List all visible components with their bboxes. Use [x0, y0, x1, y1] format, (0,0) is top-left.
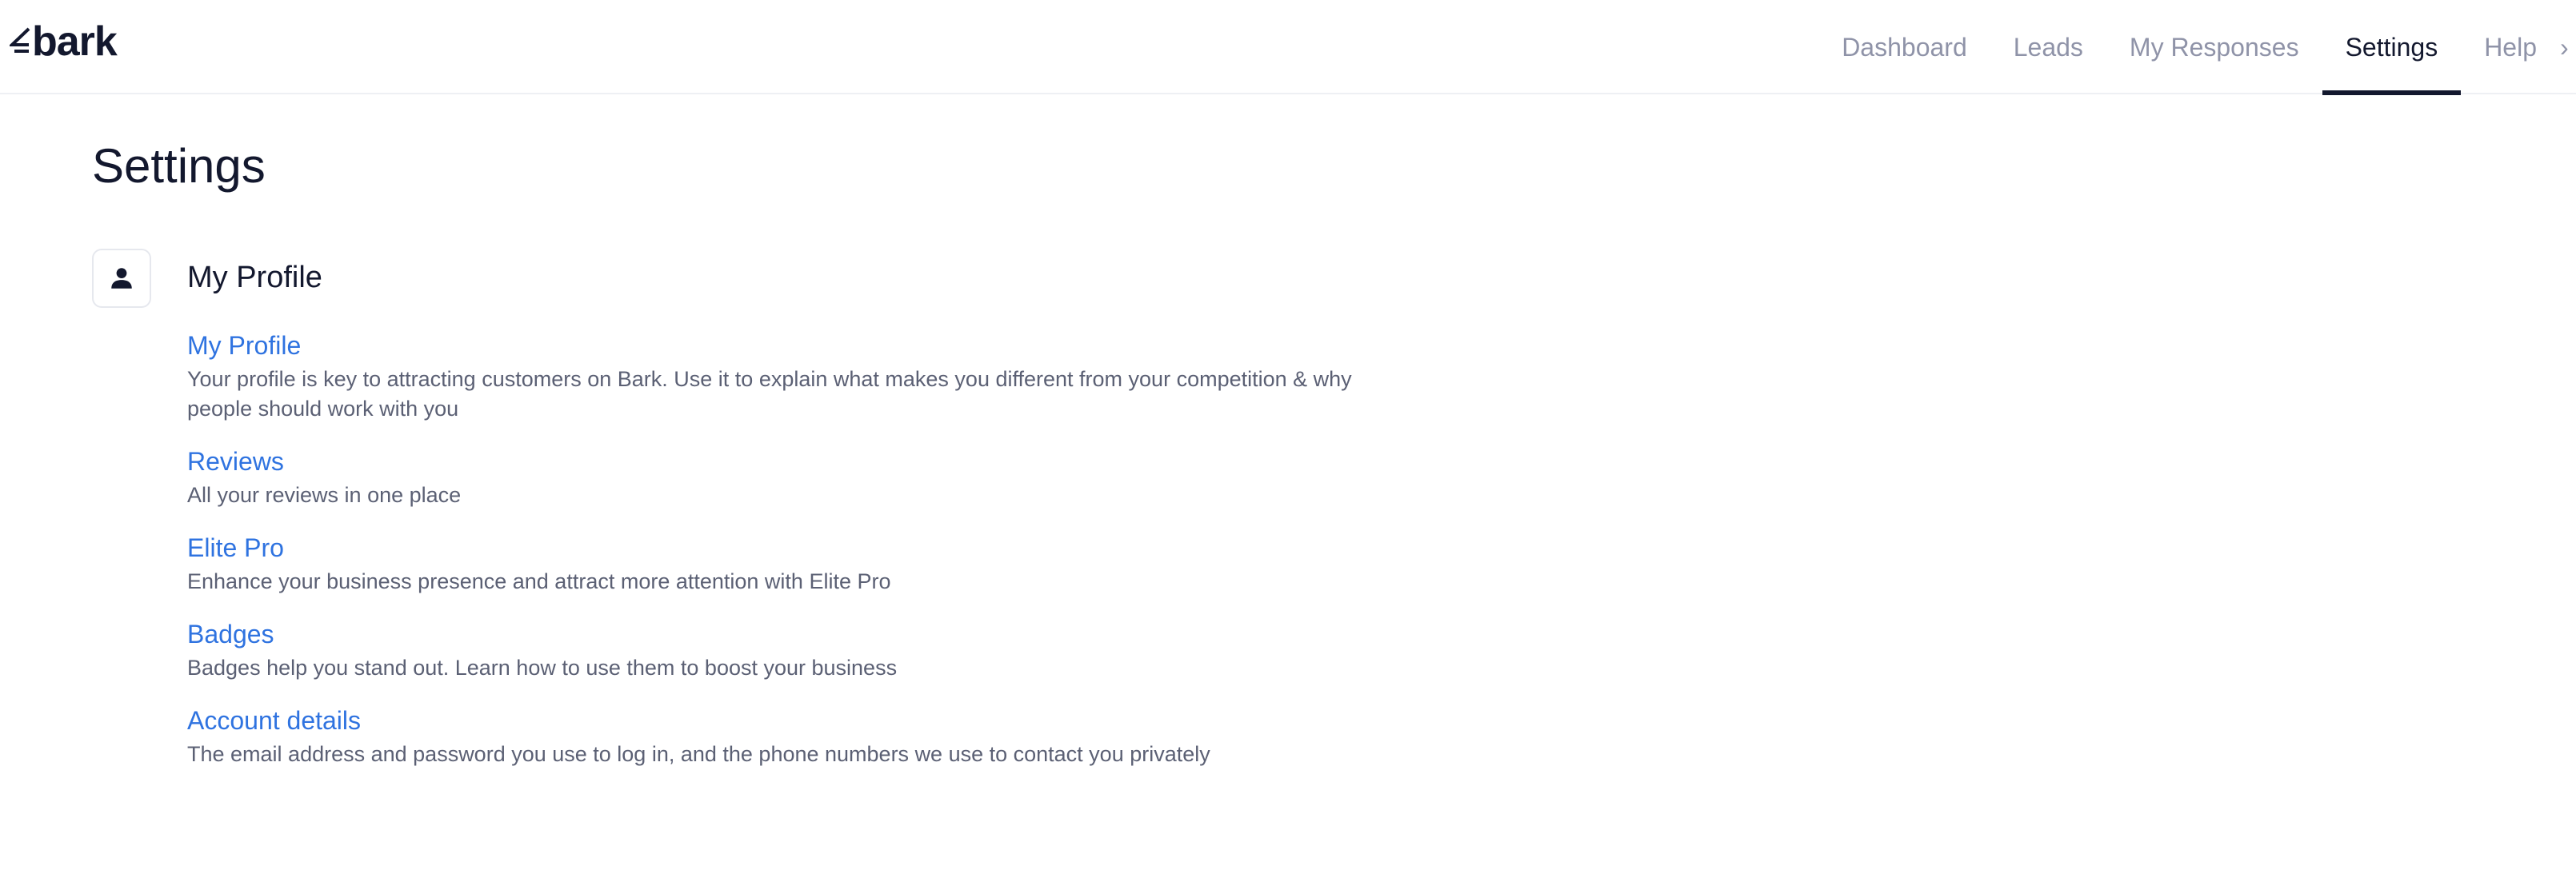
bark-logo-mark-icon	[10, 27, 30, 53]
bark-logo[interactable]: bark	[10, 18, 118, 66]
nav-item-my-responses[interactable]: My Responses	[2106, 0, 2322, 94]
settings-item-account-details: Account details The email address and pa…	[187, 703, 1403, 769]
settings-item-elite-pro: Elite Pro Enhance your business presence…	[187, 530, 1403, 597]
link-my-profile[interactable]: My Profile	[187, 328, 1403, 363]
nav-item-help[interactable]: Help	[2461, 0, 2560, 94]
settings-item-my-profile: My Profile Your profile is key to attrac…	[187, 328, 1403, 424]
link-reviews[interactable]: Reviews	[187, 444, 1403, 479]
main-nav: Dashboard Leads My Responses Settings He…	[1818, 0, 2576, 95]
top-navigation-bar: bark Dashboard Leads My Responses Settin…	[0, 0, 2576, 95]
link-description: All your reviews in one place	[187, 483, 462, 507]
link-badges[interactable]: Badges	[187, 617, 1403, 652]
link-description: Enhance your business presence and attra…	[187, 569, 891, 593]
nav-item-dashboard[interactable]: Dashboard	[1818, 0, 1990, 94]
person-icon	[111, 268, 132, 289]
link-elite-pro[interactable]: Elite Pro	[187, 530, 1403, 565]
page-title: Settings	[92, 139, 266, 193]
link-description: The email address and password you use t…	[187, 742, 1210, 766]
section-title: My Profile	[187, 261, 322, 294]
nav-overflow-indicator: ›	[2560, 32, 2569, 62]
bark-logo-text: bark	[32, 18, 118, 65]
link-account-details[interactable]: Account details	[187, 703, 1403, 738]
profile-section-icon-box	[92, 249, 151, 308]
nav-item-settings[interactable]: Settings	[2322, 0, 2462, 95]
nav-item-leads[interactable]: Leads	[1990, 0, 2106, 94]
link-description: Your profile is key to attracting custom…	[187, 367, 1352, 421]
settings-link-list: My Profile Your profile is key to attrac…	[187, 328, 1403, 789]
settings-item-badges: Badges Badges help you stand out. Learn …	[187, 617, 1403, 683]
settings-item-reviews: Reviews All your reviews in one place	[187, 444, 1403, 510]
link-description: Badges help you stand out. Learn how to …	[187, 656, 898, 680]
